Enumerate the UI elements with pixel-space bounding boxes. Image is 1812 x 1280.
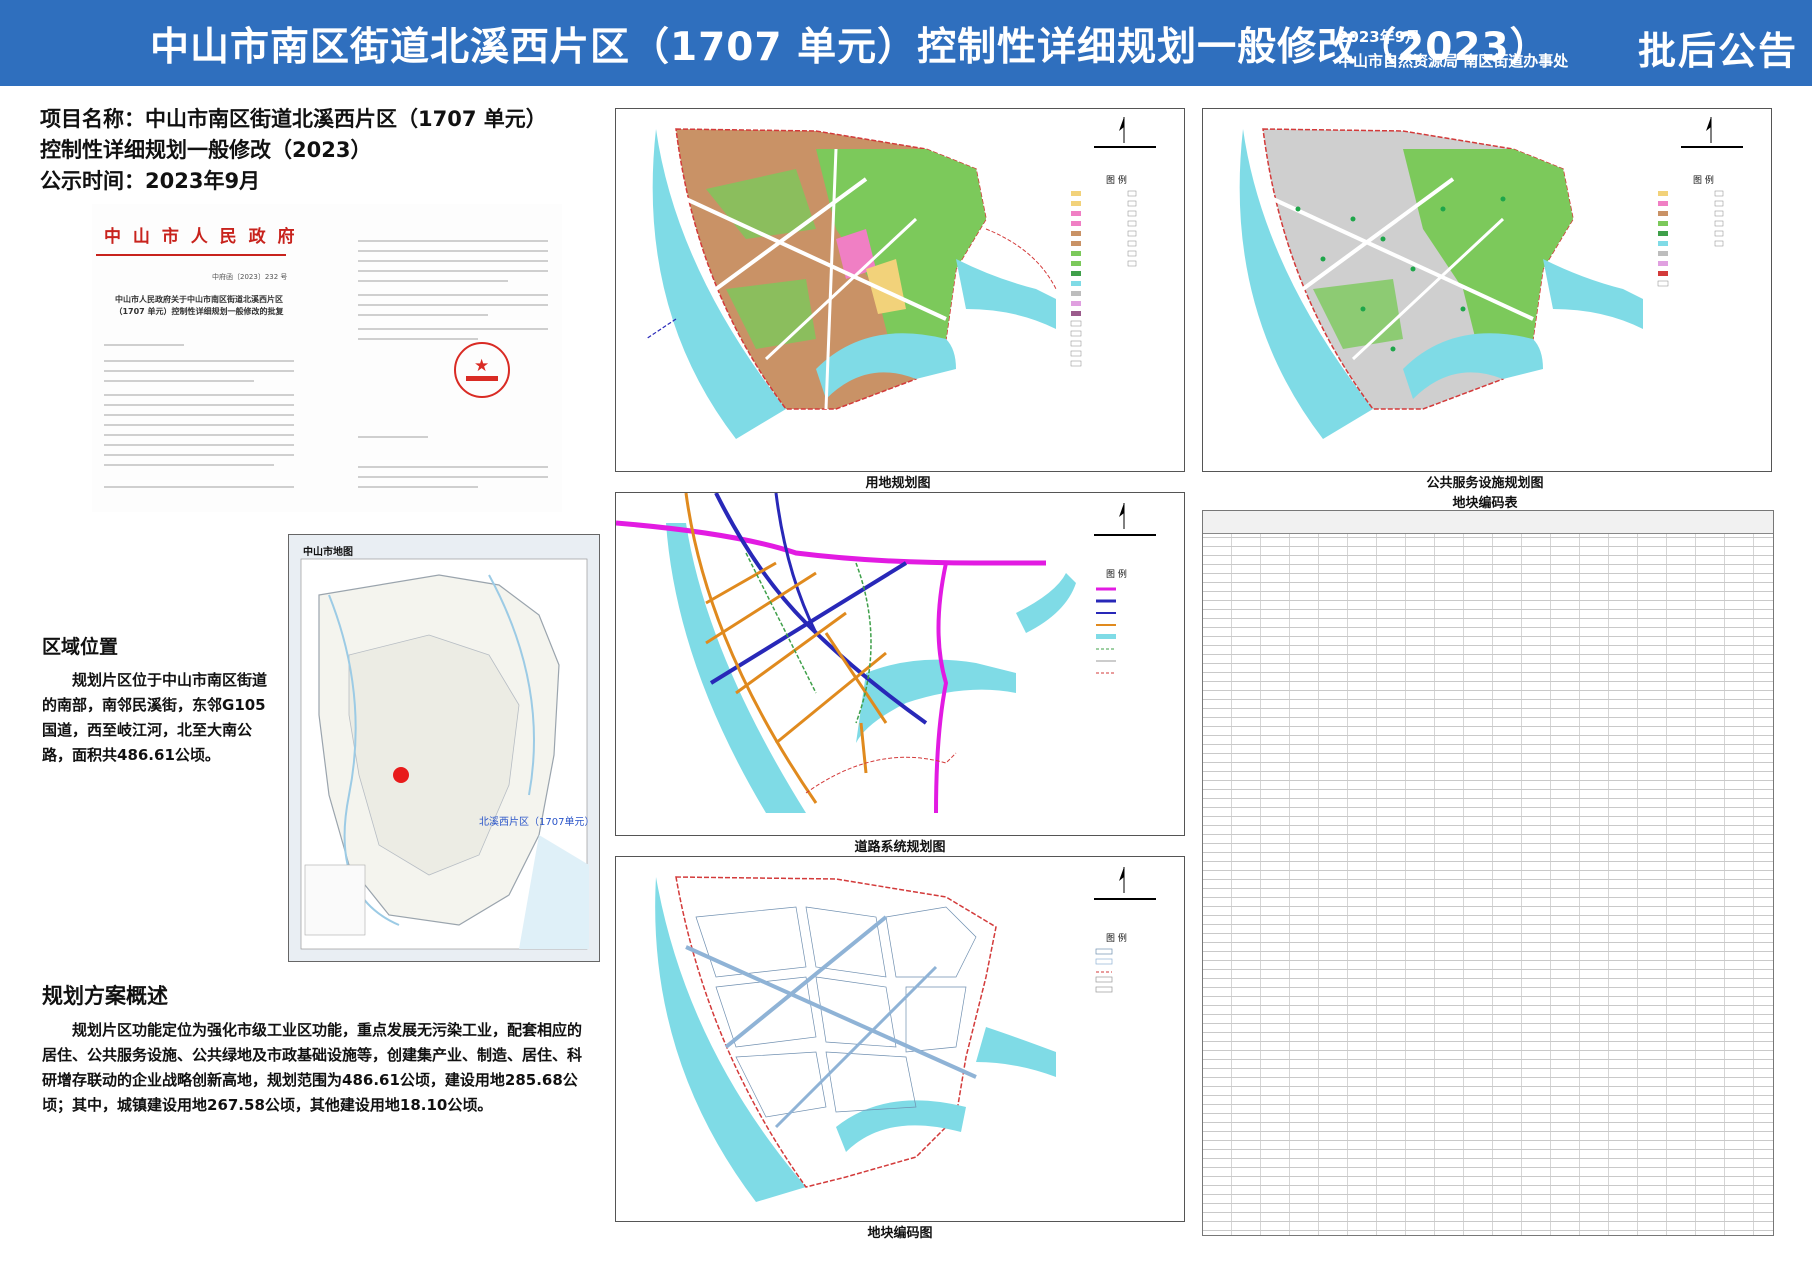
legend — [1070, 190, 1137, 367]
text-line — [358, 314, 488, 316]
legend — [1095, 948, 1113, 993]
north-arrow-icon — [1119, 867, 1125, 893]
land-use-map-caption: 用地规划图 — [865, 476, 931, 491]
road-system-map-panel: 图 例 — [615, 492, 1185, 836]
road-system-map-caption: 道路系统规划图 — [854, 840, 946, 855]
text-line — [358, 436, 428, 438]
region-text: 规划片区位于中山市南区街道的南部，南邻民溪街，东邻G105国道，西至岐江河，北至… — [42, 671, 268, 764]
north-arrow-icon — [1119, 503, 1125, 529]
legend-title: 图 例 — [1693, 176, 1714, 186]
text-line — [104, 370, 294, 372]
public-service-map-panel: 图 例 — [1202, 108, 1772, 472]
project-name-line1: 项目名称：中山市南区街道北溪西片区（1707 单元） — [40, 107, 547, 131]
public-service-map — [1239, 117, 1743, 439]
document-title: 中山市人民政府关于中山市南区街道北溪西片区（1707 单元）控制性详细规划一般修… — [114, 295, 284, 316]
legend-title: 图 例 — [1106, 176, 1127, 186]
project-time: 公示时间：2023年9月 — [40, 169, 261, 193]
parcel-code-map-panel: 图 例 — [615, 856, 1185, 1222]
document-issuer: 中 山 市 人 民 政 府 — [104, 227, 298, 247]
text-line — [104, 414, 294, 416]
legend-title: 图 例 — [1106, 570, 1127, 580]
text-line — [104, 434, 294, 436]
parcel-table-title: 地块编码表 — [1452, 496, 1518, 511]
north-arrow-icon — [1706, 117, 1712, 143]
parcel-code-map-caption: 地块编码图 — [867, 1226, 933, 1241]
text-line — [104, 360, 294, 362]
text-line — [104, 404, 294, 406]
text-line — [358, 338, 478, 340]
text-line — [358, 294, 548, 296]
text-line — [104, 464, 274, 466]
text-line — [358, 486, 478, 488]
legend-title: 图 例 — [1106, 934, 1127, 944]
location-map: 中山市地图 北溪西片区（1707单元） — [288, 534, 600, 962]
project-name-line2: 控制性详细规划一般修改（2023） — [40, 138, 372, 162]
text-line — [358, 270, 548, 272]
project-info: 项目名称：中山市南区街道北溪西片区（1707 单元） 控制性详细规划一般修改（2… — [40, 104, 547, 197]
document-red-line — [96, 254, 286, 256]
legend — [1096, 587, 1116, 674]
header-date: 2023年9月 — [1338, 28, 1421, 46]
text-line — [358, 466, 548, 468]
north-arrow-icon — [1119, 117, 1125, 143]
road-system-map — [616, 493, 1156, 814]
table-header — [1203, 511, 1773, 534]
text-line — [104, 394, 294, 396]
parcel-code-table — [1202, 510, 1774, 1236]
text-line — [104, 454, 294, 456]
approval-document: 中 山 市 人 民 政 府 中府函〔2023〕232 号 中山市人民政府关于中山… — [92, 204, 562, 512]
text-line — [358, 240, 548, 242]
header-org: 中山市自然资源局 南区街道办事处 — [1338, 52, 1569, 70]
text-line — [358, 250, 548, 252]
land-use-map — [645, 117, 1156, 439]
text-line — [104, 344, 184, 346]
header-badge: 批后公告 — [1638, 29, 1799, 73]
overview-text: 规划片区功能定位为强化市级工业区功能，重点发展无污染工业，配套相应的居住、公共服… — [42, 1021, 583, 1114]
text-line — [358, 280, 508, 282]
text-line — [104, 486, 294, 488]
official-seal-icon: ★ — [454, 342, 510, 398]
text-line — [104, 424, 294, 426]
parcel-code-map — [655, 867, 1156, 1202]
overview-heading: 规划方案概述 — [42, 984, 168, 1008]
text-line — [104, 380, 254, 382]
location-marker — [393, 767, 409, 783]
public-service-map-caption: 公共服务设施规划图 — [1426, 476, 1544, 491]
document-number: 中府函〔2023〕232 号 — [212, 273, 288, 281]
land-use-map-panel: 图 例 — [615, 108, 1185, 472]
text-line — [104, 444, 294, 446]
location-map-label: 北溪西片区（1707单元） — [479, 817, 595, 828]
legend — [1657, 190, 1724, 287]
text-line — [358, 260, 548, 262]
location-map-image — [300, 558, 589, 950]
header-bar: 中山市南区街道北溪西片区（1707 单元）控制性详细规划一般修改（2023） 2… — [0, 0, 1812, 86]
text-line — [358, 304, 548, 306]
region-heading: 区域位置 — [42, 636, 119, 658]
text-line — [358, 328, 548, 330]
text-line — [358, 476, 548, 478]
